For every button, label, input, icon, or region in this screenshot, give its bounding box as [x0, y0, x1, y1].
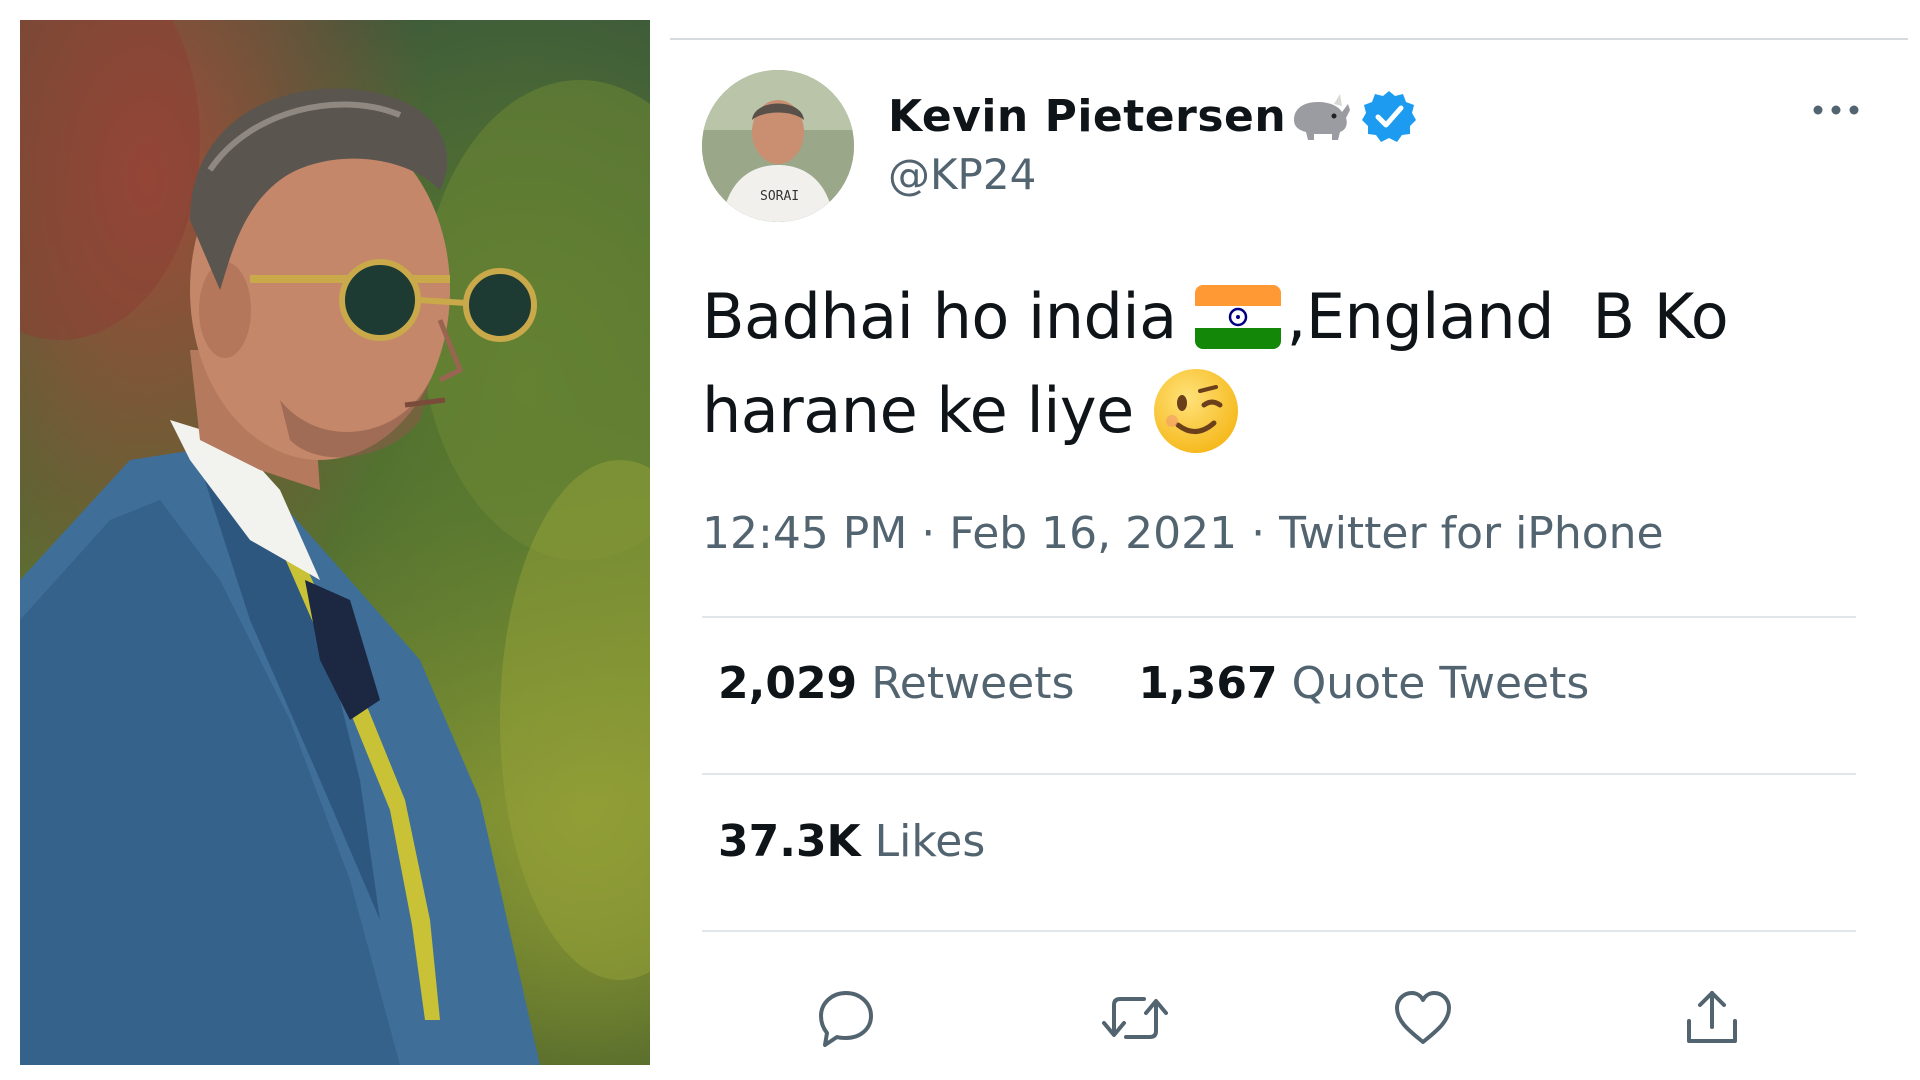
share-button[interactable]	[1677, 983, 1747, 1053]
likes-count: 37.3K	[718, 816, 861, 867]
divider	[702, 616, 1856, 618]
like-icon	[1395, 991, 1452, 1044]
retweets-label: Retweets	[871, 658, 1075, 709]
share-icon	[1686, 991, 1737, 1043]
avatar-shirt-text: SORAI	[760, 189, 799, 204]
stats-row-retweets: 2,029 Retweets 1,367 Quote Tweets	[718, 658, 1653, 709]
tweet-text-part-2: ,England B Ko	[1286, 280, 1729, 353]
retweets-stat[interactable]: 2,029 Retweets	[718, 658, 1074, 709]
player-photo	[20, 20, 650, 1065]
likes-label: Likes	[874, 816, 986, 867]
reply-button[interactable]	[811, 983, 881, 1053]
likes-stat[interactable]: 37.3K Likes	[718, 816, 985, 867]
tweet-actions-bar	[702, 978, 1856, 1058]
tweet-meta: 12:45 PM · Feb 16, 2021 · Twitter for iP…	[702, 508, 1664, 559]
tweet-text-part-1: Badhai ho india	[702, 280, 1177, 353]
quote-tweets-stat[interactable]: 1,367 Quote Tweets	[1138, 658, 1589, 709]
reply-icon	[819, 991, 874, 1047]
tweet-text-line-2: harane ke liye	[702, 364, 1882, 458]
retweets-count: 2,029	[718, 658, 858, 709]
screenshot-canvas: SORAI Kevin Pietersen @KP24 Badhai ho in…	[0, 0, 1920, 1080]
quote-tweets-label: Quote Tweets	[1291, 658, 1590, 709]
winking-face-icon	[1153, 369, 1238, 453]
author-name-row[interactable]: Kevin Pietersen	[888, 86, 1417, 146]
divider	[702, 930, 1856, 932]
top-divider	[670, 38, 1908, 40]
tweet-text-part-3: harane ke liye	[702, 374, 1134, 447]
avatar-image: SORAI	[702, 70, 854, 222]
meta-separator: ·	[921, 508, 936, 559]
india-flag-icon	[1194, 285, 1281, 349]
quote-tweets-count: 1,367	[1138, 658, 1278, 709]
tweet-text: Badhai ho india ,England B Ko harane ke …	[702, 270, 1882, 458]
photo-illustration	[20, 20, 650, 1065]
tweet-date[interactable]: Feb 16, 2021	[949, 508, 1237, 559]
avatar[interactable]: SORAI	[702, 70, 854, 222]
like-button[interactable]	[1388, 983, 1458, 1053]
tweet-card: SORAI Kevin Pietersen @KP24 Badhai ho in…	[670, 38, 1908, 1068]
rhino-icon	[1294, 94, 1351, 140]
author-handle[interactable]: @KP24	[888, 150, 1036, 199]
meta-separator: ·	[1251, 508, 1266, 559]
divider	[702, 773, 1856, 775]
retweet-icon	[1101, 997, 1168, 1039]
stats-row-likes: 37.3K Likes	[718, 816, 1049, 867]
author-display-name[interactable]: Kevin Pietersen	[888, 91, 1286, 142]
tweet-source[interactable]: Twitter for iPhone	[1279, 508, 1663, 559]
tweet-time[interactable]: 12:45 PM	[702, 508, 907, 559]
more-options-icon[interactable]	[1806, 90, 1866, 130]
verified-badge-icon	[1362, 91, 1417, 142]
retweet-button[interactable]	[1100, 983, 1170, 1053]
tweet-text-line-1: Badhai ho india ,England B Ko	[702, 270, 1882, 364]
